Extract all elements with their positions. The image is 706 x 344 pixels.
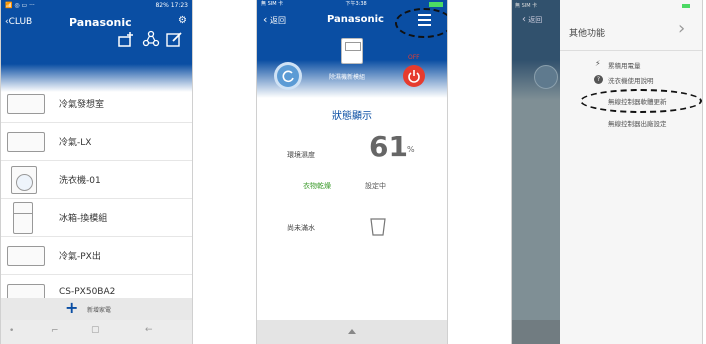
status-right: 82% 17:23: [155, 2, 188, 9]
water-tank-icon: [370, 218, 386, 236]
android-nav-bar: • ⌐ ▢ ←: [1, 320, 192, 344]
device-label: 冷氣發想室: [59, 100, 105, 110]
ac-unit-icon: [7, 246, 45, 266]
back-button[interactable]: ‹CLUB: [5, 17, 32, 27]
menu-item-label: 洗衣機使用說明: [608, 77, 654, 85]
app-title: Panasonic: [69, 16, 132, 29]
power-icon: [408, 70, 420, 83]
list-item[interactable]: 冷氣-PX出: [1, 237, 192, 275]
chevron-right-icon: ›: [678, 18, 686, 39]
list-item[interactable]: 洗衣機-01: [1, 161, 192, 199]
highlight-update-ellipse: [580, 89, 702, 113]
list-item[interactable]: 冰箱-換模組: [1, 199, 192, 237]
water-label: 尚未滿水: [287, 224, 315, 232]
mode-value: 設定中: [365, 182, 386, 190]
device-label: 洗衣機-01: [59, 176, 101, 186]
highlight-menu-circle: [395, 8, 447, 38]
back-label: 返回: [269, 16, 286, 25]
dimmed-background: 無 SIM 卡 ‹ 返回: [512, 0, 560, 344]
status-left: 無 SIM 卡: [261, 1, 284, 7]
status-time: 下午3:38: [345, 1, 367, 7]
device-label: 冷氣-PX出: [59, 252, 101, 262]
battery-icon: [428, 2, 443, 7]
fridge-icon: [13, 202, 33, 234]
module-label: 除濕機新模組: [329, 74, 366, 81]
ac-unit-icon: [7, 132, 45, 152]
plus-icon: +: [65, 298, 79, 317]
bolt-icon: ⚡: [595, 59, 601, 68]
list-item[interactable]: 冷氣發想室: [1, 85, 192, 123]
dim-header: [512, 0, 560, 60]
back-label: 返回: [528, 16, 543, 24]
mode-label: 衣物乾燥: [303, 182, 331, 190]
panel-title: 其他功能: [569, 29, 606, 39]
refresh-button[interactable]: [277, 65, 299, 87]
device-label: 冷氣-LX: [59, 138, 92, 148]
ac-unit-icon: [7, 94, 45, 114]
screen-device-list: 📶 ◎ ▭ ··· 82% 17:23 ‹CLUB Panasonic ⚙ 冷氣…: [0, 0, 193, 344]
chevron-up-icon[interactable]: [348, 329, 356, 334]
menu-item-factory-reset[interactable]: 無線控制器出廠設定: [560, 117, 702, 131]
power-button[interactable]: [403, 65, 425, 87]
dim-refresh-icon: [534, 65, 558, 89]
gear-icon[interactable]: ⚙: [178, 15, 187, 26]
menu-item-manual[interactable]: ? 洗衣機使用說明: [560, 74, 702, 88]
app-title: Panasonic: [327, 14, 384, 25]
nav-recent-icon[interactable]: ⌐: [51, 326, 59, 336]
nav-dot-icon[interactable]: •: [9, 326, 14, 336]
humidity-label: 環境濕度: [287, 151, 315, 159]
device-label: 冰箱-換模組: [59, 214, 108, 224]
humidity-value: 61: [369, 130, 408, 163]
washer-icon: [11, 166, 37, 194]
side-menu-panel: 其他功能 › ⚡ 累積用電量 ? 洗衣機使用說明 無線控制器軟體更新 無線控制器…: [560, 0, 702, 344]
section-title: 狀態顯示: [332, 111, 372, 122]
dehumidifier-icon: [341, 38, 363, 64]
menu-header-row[interactable]: 其他功能 ›: [560, 12, 702, 51]
back-button[interactable]: ‹ 返回: [263, 13, 286, 26]
back-button[interactable]: ‹ 返回: [522, 14, 542, 25]
menu-item-power-usage[interactable]: ⚡ 累積用電量: [560, 59, 702, 73]
bottom-bar: [257, 320, 447, 344]
dim-bottom-bar: [512, 320, 560, 344]
status-left: 無 SIM 卡: [515, 3, 538, 9]
add-device-label: 新增家電: [87, 307, 112, 314]
battery-icon: [682, 4, 690, 8]
power-off-label: OFF: [408, 54, 420, 61]
share-icon[interactable]: [142, 30, 160, 48]
chevron-left-icon: ‹: [263, 13, 268, 26]
chevron-left-icon: ‹: [522, 14, 526, 25]
list-item[interactable]: 冷氣-LX: [1, 123, 192, 161]
screen-side-menu: 無 SIM 卡 ‹ 返回 其他功能 › ⚡ 累積用電量 ? 洗衣機使用說明 無線…: [511, 0, 703, 344]
humidity-unit: %: [407, 145, 415, 154]
refresh-icon: [282, 70, 294, 83]
edit-icon[interactable]: [165, 30, 183, 48]
help-icon: ?: [594, 75, 603, 84]
status-bar: 📶 ◎ ▭ ··· 82% 17:23: [1, 0, 192, 11]
menu-item-label: 累積用電量: [608, 62, 641, 70]
screen-dehumidifier: 無 SIM 卡 下午3:38 ‹ 返回 Panasonic 除濕機新模組 OFF…: [256, 0, 448, 344]
status-left: 📶 ◎ ▭ ···: [5, 2, 35, 9]
nav-home-icon[interactable]: ▢: [91, 325, 100, 335]
device-label: CS-PX50BA2: [59, 287, 116, 297]
add-device-icon[interactable]: [117, 30, 135, 48]
menu-item-label: 無線控制器出廠設定: [608, 120, 667, 128]
nav-back-icon[interactable]: ←: [145, 325, 153, 335]
add-device-bar[interactable]: + 新增家電: [1, 298, 192, 320]
